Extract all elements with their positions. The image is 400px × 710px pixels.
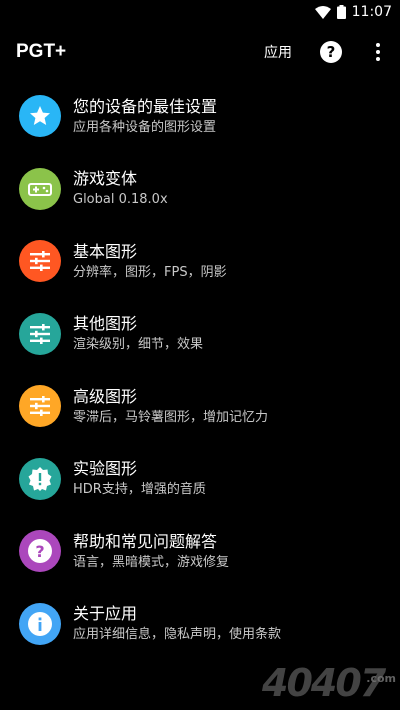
info-icon	[19, 602, 61, 645]
list-item-title: 帮助和常见问题解答	[73, 531, 218, 551]
list-item-texts: 实验图形 HDR支持，增强的音质	[73, 458, 206, 499]
list-item-title: 高级图形	[73, 386, 138, 406]
list-item[interactable]: 基本图形分辨率，图形，FPS，阴影	[0, 225, 400, 298]
list-item-texts: 高级图形零滞后，马铃薯图形，增加记忆力	[73, 386, 268, 427]
list-item-title: 游戏变体	[73, 169, 138, 189]
wifi-icon	[314, 5, 331, 19]
list-item[interactable]: 游戏变体 Global 0.18.0x	[0, 153, 400, 226]
list-item[interactable]: 实验图形 HDR支持，增强的音质	[0, 443, 400, 516]
list-item[interactable]: 高级图形零滞后，马铃薯图形，增加记忆力	[0, 370, 400, 443]
question-icon: ?	[19, 530, 61, 573]
list-item[interactable]: 关于应用应用详细信息，隐私声明，使用条款	[0, 588, 400, 661]
list-item-texts: 其他图形渲染级别，细节，效果	[73, 313, 203, 354]
more-options-icon[interactable]	[368, 40, 388, 64]
list-item-texts: 游戏变体 Global 0.18.0x	[73, 168, 168, 209]
list-item-title: 基本图形	[73, 241, 138, 261]
status-bar: 11:07	[0, 0, 400, 24]
svg-text:?: ?	[35, 542, 44, 561]
list-item-title: 实验图形	[73, 459, 138, 479]
apply-button[interactable]: 应用	[264, 42, 292, 62]
list-item-subtitle: 语言，黑暗模式，游戏修复	[73, 554, 230, 570]
list-item-title: 其他图形	[73, 314, 138, 334]
list-item-subtitle: 应用各种设备的图形设置	[73, 119, 217, 135]
list-item-texts: 您的设备的最佳设置应用各种设备的图形设置	[73, 96, 217, 137]
list-item-subtitle: 应用详细信息，隐私声明，使用条款	[73, 627, 282, 643]
battery-icon	[336, 5, 346, 19]
list-item-subtitle: Global 0.18.0x	[73, 192, 168, 208]
list-item-subtitle: 渲染级别，细节，效果	[73, 337, 204, 353]
list-item-texts: 基本图形分辨率，图形，FPS，阴影	[73, 241, 227, 282]
clock: 11:07	[351, 4, 392, 20]
list-item-subtitle: HDR支持，增强的音质	[73, 482, 206, 498]
list-item[interactable]: 您的设备的最佳设置应用各种设备的图形设置	[0, 80, 400, 153]
sliders-icon	[19, 312, 61, 355]
gamepad-icon	[19, 167, 61, 210]
app-title: PGT+	[16, 41, 67, 62]
list-item-title: 您的设备的最佳设置	[73, 96, 218, 116]
watermark-suffix: .com	[366, 672, 396, 685]
list-item-subtitle: 零滞后，马铃薯图形，增加记忆力	[73, 409, 269, 425]
list-item-title: 关于应用	[73, 604, 138, 624]
list-item-subtitle: 分辨率，图形，FPS，阴影	[73, 264, 227, 280]
help-icon[interactable]: ?	[320, 41, 342, 63]
sliders-icon	[19, 385, 61, 428]
list-item[interactable]: 其他图形渲染级别，细节，效果	[0, 298, 400, 371]
app-bar: PGT+ 应用 ?	[0, 24, 400, 80]
settings-list: 您的设备的最佳设置应用各种设备的图形设置游戏变体 Global 0.18.0x 基本…	[0, 80, 400, 660]
sliders-icon	[19, 240, 61, 283]
watermark: 40407 .com	[262, 660, 398, 706]
star-icon	[19, 95, 61, 138]
list-item[interactable]: ? 帮助和常见问题解答语言，黑暗模式，游戏修复	[0, 515, 400, 588]
list-item-texts: 帮助和常见问题解答语言，黑暗模式，游戏修复	[73, 531, 229, 572]
list-item-texts: 关于应用应用详细信息，隐私声明，使用条款	[73, 603, 281, 644]
alert-badge-icon	[19, 457, 61, 500]
